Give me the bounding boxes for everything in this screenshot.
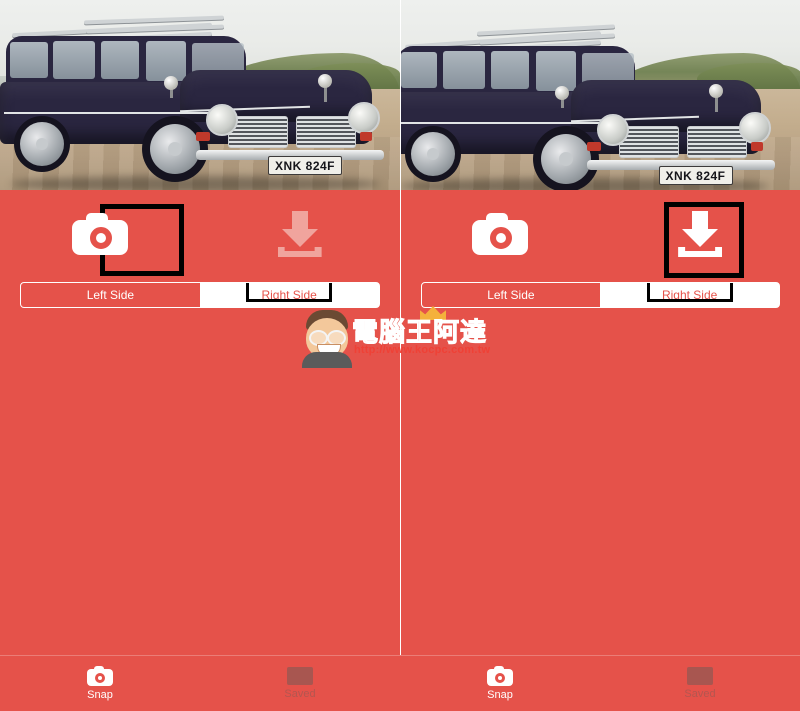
camera-button[interactable] [401,190,601,278]
right-pane: XNK 824F Left Side Right Side [399,0,800,655]
camera-button[interactable] [0,190,200,278]
tab-snap[interactable]: Snap [400,656,600,711]
camera-icon [87,666,113,686]
left-pane: XNK 824F Left Side Right Side [0,0,400,655]
tab-snap[interactable]: Snap [0,656,200,711]
license-plate: XNK 824F [658,166,733,185]
dual-pane-container: XNK 824F Left Side Right Side XNK 824F L… [0,0,800,655]
segment-left-side[interactable]: Left Side [21,283,200,307]
car-volvo: XNK 824F [400,16,789,190]
saved-icon [287,667,313,685]
photo-preview-right[interactable]: XNK 824F [400,0,800,190]
camera-icon [472,213,529,255]
camera-icon [71,213,128,255]
tabbar-left-half: Snap Saved [0,656,400,711]
bottom-tab-bar: Snap Saved Snap Saved [0,655,800,711]
highlight-box-right-side [646,283,733,302]
license-plate: XNK 824F [268,156,342,175]
action-icon-bar-left [0,190,400,278]
app-screenshot: XNK 824F Left Side Right Side XNK 824F L… [0,0,800,711]
tab-saved-label: Saved [284,688,316,700]
download-icon [274,211,326,257]
tab-saved[interactable]: Saved [200,656,400,711]
action-icon-bar-right [400,190,800,278]
saved-icon [687,667,713,685]
tab-snap-label: Snap [87,689,113,701]
segment-right-side[interactable]: Right Side [600,283,779,307]
segment-left-side[interactable]: Left Side [421,283,601,307]
side-segmented-control[interactable]: Left Side Right Side [20,282,380,308]
photo-preview-left[interactable]: XNK 824F [0,0,400,190]
car-volvo: XNK 824F [0,8,400,190]
download-button[interactable] [600,190,800,278]
side-selector-wrap-right: Left Side Right Side [400,278,800,312]
tab-saved-label: Saved [684,688,716,700]
tab-snap-label: Snap [487,689,513,701]
photo-scene: XNK 824F [0,0,400,190]
side-selector-wrap-left: Left Side Right Side [0,278,400,312]
highlight-box-right-side [246,283,333,302]
segment-right-side[interactable]: Right Side [200,283,379,307]
tabbar-right-half: Snap Saved [400,656,800,711]
side-segmented-control[interactable]: Left Side Right Side [420,282,780,308]
download-icon [674,211,726,257]
tab-saved[interactable]: Saved [600,656,800,711]
download-button[interactable] [200,190,400,278]
camera-icon [487,666,513,686]
photo-scene: XNK 824F [400,0,800,190]
